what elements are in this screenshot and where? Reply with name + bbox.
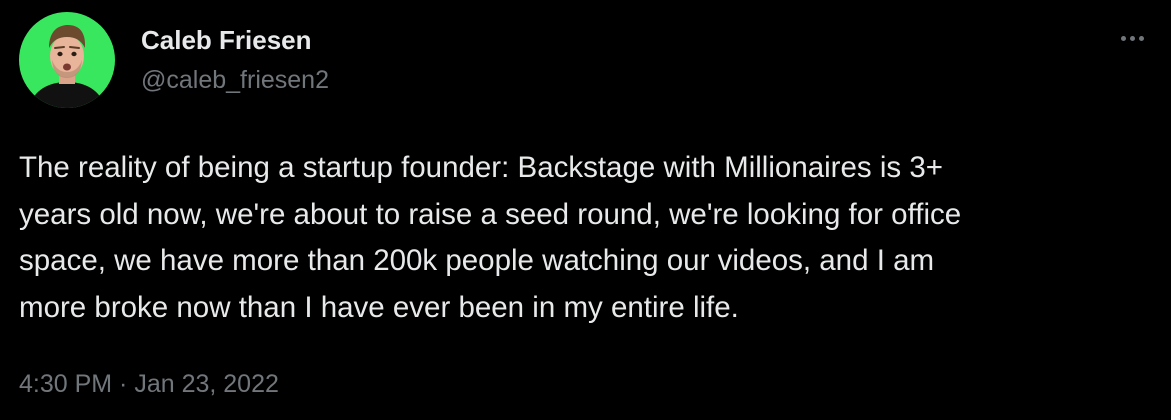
tweet-text-line: years old now, we're about to raise a se… [19,197,962,231]
tweet-text-line: space, we have more than 200k people wat… [19,244,935,277]
tweet-timestamp[interactable]: 4:30 PM · Jan 23, 2022 [19,368,279,400]
tweet-text-line: The reality of being a startup founder: … [19,151,943,184]
tweet-text: The reality of being a startup founder: … [19,145,1129,331]
avatar-image [19,12,115,108]
author-handle[interactable]: @caleb_friesen2 [141,64,329,96]
tweet-card: Caleb Friesen @caleb_friesen2 The realit… [0,0,1171,420]
avatar[interactable] [19,12,115,108]
author-name[interactable]: Caleb Friesen [141,24,312,56]
tweet-text-line: more broke now than I have ever been in … [19,290,739,324]
more-horizontal-icon [1120,35,1144,41]
more-options-button[interactable] [1112,22,1152,54]
